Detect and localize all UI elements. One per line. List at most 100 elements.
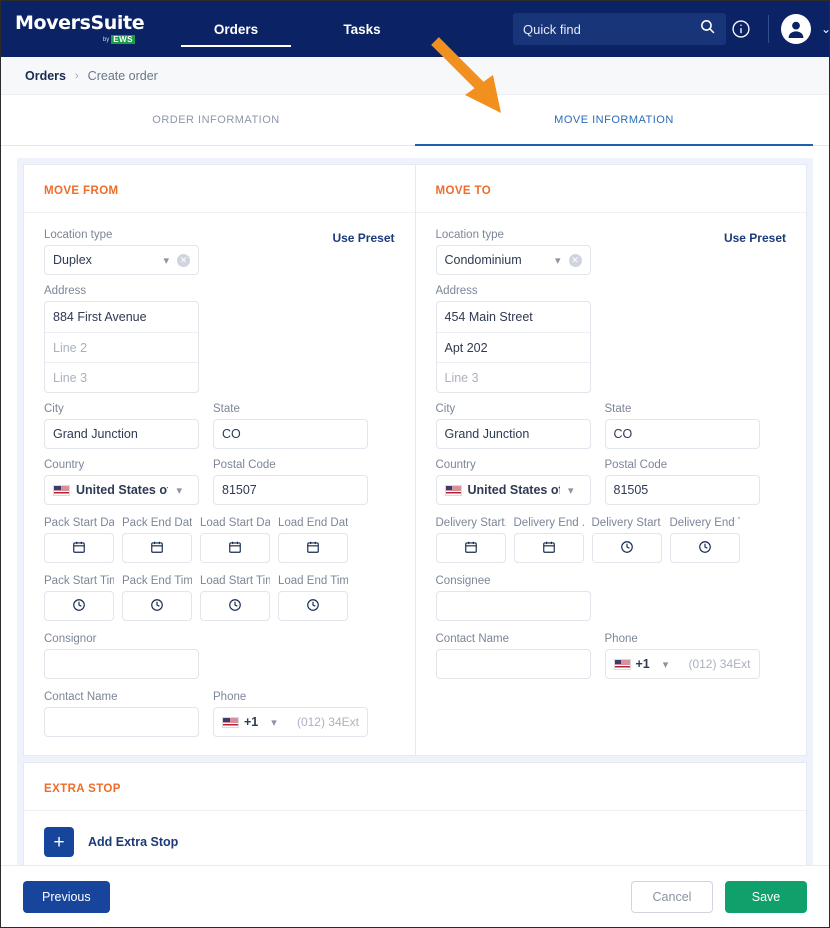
add-extra-stop-button[interactable]: Add Extra Stop: [88, 835, 178, 849]
plus-icon[interactable]: +: [44, 827, 74, 857]
move-to-body: Location type Condominium ▾ ✕ Use Preset…: [416, 213, 807, 697]
move-to-address-line1[interactable]: 454 Main Street: [437, 302, 590, 332]
move-to-phone-placeholder: (012) 34Ext: [688, 657, 750, 671]
move-to-delivery-start-date-input[interactable]: [436, 533, 506, 563]
move-to-consignee-label: Consignee: [436, 575, 591, 587]
extra-stop-body: + Add Extra Stop: [24, 811, 806, 865]
move-to-consignee-input[interactable]: [436, 591, 591, 621]
move-to-title: MOVE TO: [436, 185, 492, 197]
calendar-icon[interactable]: [306, 540, 320, 557]
clock-icon[interactable]: [72, 598, 86, 615]
move-to-postal-input[interactable]: 81505: [605, 475, 760, 505]
move-to-delivery-end-date-input[interactable]: [514, 533, 584, 563]
move-from-address-field: Address 884 First Avenue Line 2 Line 3: [44, 285, 395, 393]
move-to-address-line2[interactable]: Apt 202: [437, 332, 590, 362]
move-from-load-end-time-input[interactable]: [278, 591, 348, 621]
move-from-country-select[interactable]: United States of A ▾: [44, 475, 199, 505]
move-from-phone-placeholder: (012) 34Ext: [297, 715, 359, 729]
move-from-address-line2[interactable]: Line 2: [45, 332, 198, 362]
move-from-use-preset-link[interactable]: Use Preset: [332, 231, 394, 245]
page-content: MOVE FROM Location type Duplex ▾ ✕: [1, 146, 829, 865]
tab-move-information[interactable]: MOVE INFORMATION: [415, 95, 813, 145]
move-from-location-type-select[interactable]: Duplex ▾ ✕: [44, 245, 199, 275]
move-to-delivery-start-date-label: Delivery Start...: [436, 517, 506, 529]
close-icon[interactable]: ✕: [569, 254, 582, 267]
breadcrumb-item-orders[interactable]: Orders: [25, 69, 66, 83]
clock-icon[interactable]: [306, 598, 320, 615]
previous-button[interactable]: Previous: [23, 881, 110, 913]
chevron-down-icon[interactable]: ▾: [271, 716, 277, 729]
tab-move-information-label: MOVE INFORMATION: [554, 114, 674, 126]
quick-find-search[interactable]: [513, 13, 726, 45]
move-from-pack-end-time-input[interactable]: [122, 591, 192, 621]
move-to-use-preset-link[interactable]: Use Preset: [724, 231, 786, 245]
move-to-contact-name-input[interactable]: [436, 649, 591, 679]
move-from-pack-start-date-input[interactable]: [44, 533, 114, 563]
move-to-delivery-end-time-field: Delivery End Ti...: [670, 517, 740, 563]
move-from-load-start-date-input[interactable]: [200, 533, 270, 563]
calendar-icon[interactable]: [228, 540, 242, 557]
move-to-country-select[interactable]: United States of A ▾: [436, 475, 591, 505]
chevron-down-icon[interactable]: ⌄: [815, 22, 830, 36]
chevron-down-icon[interactable]: ▾: [663, 658, 669, 671]
move-to-state-input[interactable]: CO: [605, 419, 760, 449]
save-button[interactable]: Save: [725, 881, 807, 913]
avatar[interactable]: [781, 14, 811, 44]
move-to-address-box: 454 Main Street Apt 202 Line 3: [436, 301, 591, 393]
move-to-country-value: United States of A: [468, 483, 560, 497]
move-from-contact-name-input[interactable]: [44, 707, 199, 737]
nav-item-tasks[interactable]: Tasks: [299, 1, 425, 57]
info-circle-icon[interactable]: [726, 14, 756, 44]
clock-icon[interactable]: [698, 540, 712, 557]
close-icon[interactable]: ✕: [177, 254, 190, 267]
move-to-country-postal-row: Country United States of A ▾ Postal Code: [436, 459, 787, 505]
move-from-city-input[interactable]: Grand Junction: [44, 419, 199, 449]
move-from-date-row: Pack Start Da...: [44, 517, 395, 563]
move-to-delivery-end-time-input[interactable]: [670, 533, 740, 563]
move-to-address-line3[interactable]: Line 3: [437, 362, 590, 392]
move-from-country-label: Country: [44, 459, 199, 471]
calendar-icon[interactable]: [72, 540, 86, 557]
logo-text-movers: Movers: [15, 12, 91, 34]
move-from-city-state-row: City Grand Junction State CO: [44, 403, 395, 449]
move-from-phone-input[interactable]: +1 ▾ (012) 34Ext: [213, 707, 368, 737]
calendar-icon[interactable]: [150, 540, 164, 557]
move-to-phone-input[interactable]: +1 ▾ (012) 34Ext: [605, 649, 760, 679]
move-to-delivery-end-date-label: Delivery End ...: [514, 517, 584, 529]
tab-order-information[interactable]: ORDER INFORMATION: [17, 95, 415, 145]
search-icon[interactable]: [699, 18, 716, 40]
chevron-down-icon[interactable]: ▾: [163, 254, 169, 267]
move-from-pack-end-date-input[interactable]: [122, 533, 192, 563]
move-to-state-field: State CO: [605, 403, 760, 449]
move-to-city-value: Grand Junction: [445, 427, 582, 441]
move-to-city-state-row: City Grand Junction State CO: [436, 403, 787, 449]
clock-icon[interactable]: [150, 598, 164, 615]
move-from-pack-start-time-input[interactable]: [44, 591, 114, 621]
move-from-load-start-time-input[interactable]: [200, 591, 270, 621]
calendar-icon[interactable]: [542, 540, 556, 557]
calendar-icon[interactable]: [464, 540, 478, 557]
search-input[interactable]: [523, 22, 699, 37]
chevron-down-icon[interactable]: ▾: [568, 484, 574, 497]
move-from-time-row: Pack Start Time P: [44, 575, 395, 621]
move-from-load-end-date-input[interactable]: [278, 533, 348, 563]
move-to-city-input[interactable]: Grand Junction: [436, 419, 591, 449]
chevron-down-icon[interactable]: ▾: [555, 254, 561, 267]
move-from-consignor-input[interactable]: [44, 649, 199, 679]
nav-item-orders[interactable]: Orders: [173, 1, 299, 57]
move-from-postal-input[interactable]: 81507: [213, 475, 368, 505]
move-from-address-line1[interactable]: 884 First Avenue: [45, 302, 198, 332]
move-from-address-line3[interactable]: Line 3: [45, 362, 198, 392]
move-from-address-box: 884 First Avenue Line 2 Line 3: [44, 301, 199, 393]
move-to-phone-field: Phone +1 ▾ (012) 34Ext: [605, 633, 760, 679]
move-from-state-input[interactable]: CO: [213, 419, 368, 449]
chevron-down-icon[interactable]: ▾: [176, 484, 182, 497]
app-logo[interactable]: MoversSuite by EWS: [15, 14, 135, 44]
move-to-location-type-select[interactable]: Condominium ▾ ✕: [436, 245, 591, 275]
move-to-delivery-start-time-input[interactable]: [592, 533, 662, 563]
move-to-state-label: State: [605, 403, 760, 415]
clock-icon[interactable]: [620, 540, 634, 557]
move-to-contact-name-field: Contact Name: [436, 633, 591, 679]
cancel-button[interactable]: Cancel: [631, 881, 713, 913]
clock-icon[interactable]: [228, 598, 242, 615]
